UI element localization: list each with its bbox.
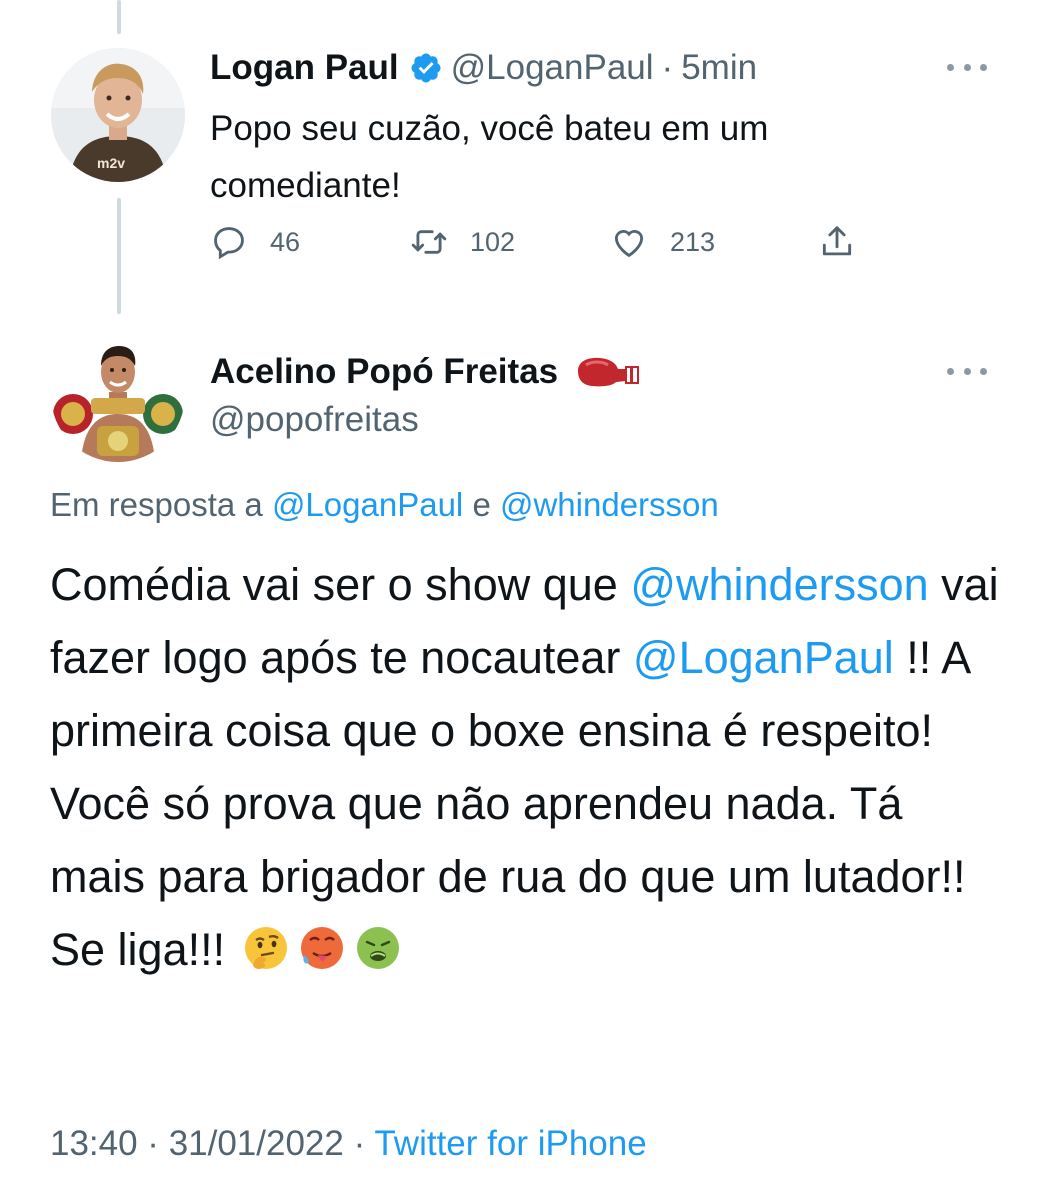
tweet-time[interactable]: 5min [681,48,757,88]
author-name[interactable]: Acelino Popó Freitas [210,352,558,392]
reply-conjunction: e [472,486,491,523]
logan-paul-avatar[interactable]: m2v [51,48,185,182]
tweet1-text: Popo seu cuzão, você bateu em um comedia… [210,109,769,205]
tweet1-actions: 46 102 213 [210,220,870,264]
reply-mention-whindersson[interactable]: @whindersson [500,486,719,523]
retweet-icon [410,223,448,261]
tweet1-more-icon[interactable] [947,60,987,74]
reply-prefix: Em resposta a [50,486,263,523]
tweet1-header: Logan Paul @LoganPaul · 5min [210,46,757,90]
timestamp[interactable]: 13:40 · 31/01/2022 · [50,1124,365,1163]
tweet2-more-icon[interactable] [947,364,987,378]
author-handle[interactable]: @LoganPaul [451,48,654,88]
mention-whindersson[interactable]: @whindersson [630,559,928,610]
reply-mention-loganpaul[interactable]: @LoganPaul [272,486,463,523]
thread-line-top [117,0,121,34]
separator-dot: · [661,48,674,87]
heart-icon [610,223,648,261]
mention-loganpaul[interactable]: @LoganPaul [633,632,894,683]
popo-freitas-avatar[interactable] [51,328,185,462]
share-icon [818,223,856,261]
like-button[interactable]: 213 [610,220,715,264]
verified-badge-icon [409,51,443,85]
reply-context: Em resposta a @LoganPaul e @whindersson [50,486,719,524]
reply-button[interactable]: 46 [210,220,300,264]
share-button[interactable] [818,220,856,264]
like-count: 213 [670,226,716,257]
thinking-face-emoji [243,925,289,971]
boxing-glove-icon [572,355,642,389]
client-source-link[interactable]: Twitter for iPhone [374,1124,646,1163]
author-name[interactable]: Logan Paul [210,48,399,88]
tweet2-author-row: Acelino Popó Freitas [210,350,642,394]
author-handle[interactable]: @popofreitas [210,400,419,440]
svg-text:m2v: m2v [97,155,125,171]
nauseated-face-emoji [355,925,401,971]
tweet2-text: Comédia vai ser o show que @whindersson … [50,548,1000,986]
thread-line-connector [117,198,121,314]
tweet-footer: 13:40 · 31/01/2022 · Twitter for iPhone [50,1124,647,1164]
tweet-text-part: Comédia vai ser o show que [50,559,631,610]
retweet-count: 102 [470,226,516,257]
reply-count: 46 [270,226,301,257]
reply-icon [210,223,248,261]
hot-face-emoji [299,925,345,971]
retweet-button[interactable]: 102 [410,220,515,264]
tweet-text-part: !! A primeira coisa que o boxe ensina é … [50,632,969,975]
